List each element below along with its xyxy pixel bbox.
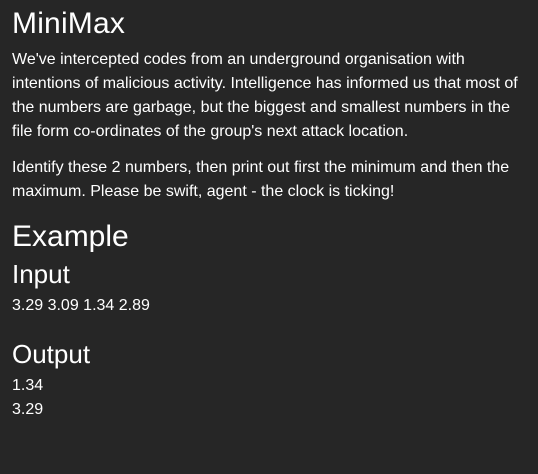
output-line-1: 1.34 [12, 377, 44, 394]
output-heading: Output [12, 339, 91, 369]
description-paragraph-2: Identify these 2 numbers, then print out… [12, 159, 510, 200]
output-section: Output 1.34 3.29 [12, 338, 526, 422]
input-line: 3.29 3.09 1.34 2.89 [12, 297, 150, 314]
problem-page: MiniMax We've intercepted codes from an … [0, 0, 538, 422]
input-heading: Input [12, 259, 70, 289]
output-line-2: 3.29 [12, 401, 44, 418]
example-heading: Example [12, 220, 129, 253]
description-paragraph-1: We've intercepted codes from an undergro… [12, 51, 518, 140]
page-title: MiniMax [12, 7, 126, 40]
input-section: Input 3.29 3.09 1.34 2.89 [12, 258, 526, 318]
